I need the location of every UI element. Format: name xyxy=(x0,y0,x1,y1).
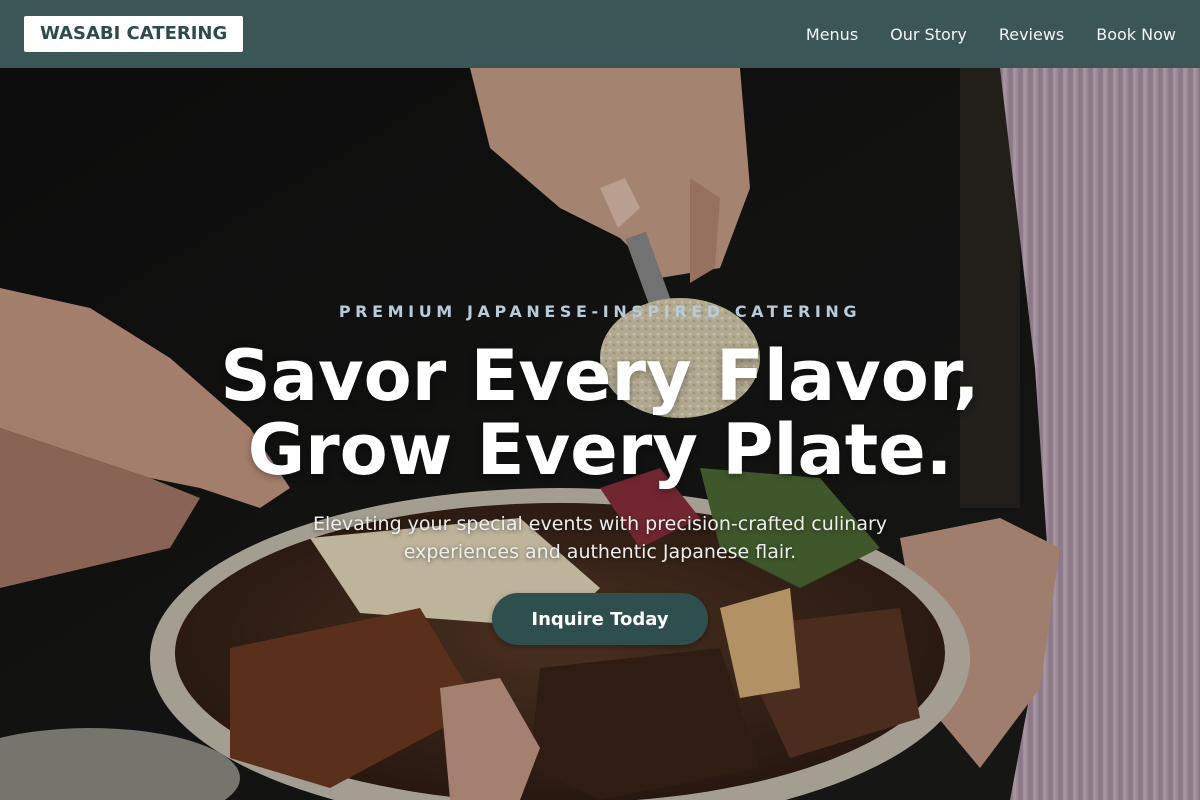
inquire-today-button[interactable]: Inquire Today xyxy=(492,593,708,645)
nav-link-book-now[interactable]: Book Now xyxy=(1096,25,1176,44)
nav-link-menus[interactable]: Menus xyxy=(806,25,858,44)
site-header: WASABI CATERING Menus Our Story Reviews … xyxy=(0,0,1200,68)
headline-line-2: Grow Every Plate. xyxy=(247,409,953,491)
nav-link-our-story[interactable]: Our Story xyxy=(890,25,967,44)
hero-section: PREMIUM JAPANESE-INSPIRED CATERING Savor… xyxy=(0,68,1200,800)
hero-eyebrow: PREMIUM JAPANESE-INSPIRED CATERING xyxy=(338,302,862,321)
subtitle-line-1: Elevating your special events with preci… xyxy=(312,513,888,535)
hero-subtitle: Elevating your special events with preci… xyxy=(290,510,910,566)
hero-content: PREMIUM JAPANESE-INSPIRED CATERING Savor… xyxy=(0,68,1200,800)
subtitle-line-2: experiences and authentic Japanese flair… xyxy=(403,541,797,563)
nav-link-reviews[interactable]: Reviews xyxy=(999,25,1064,44)
brand-logo[interactable]: WASABI CATERING xyxy=(24,16,244,52)
headline-line-1: Savor Every Flavor, xyxy=(220,335,980,417)
hero-headline: Savor Every Flavor, Grow Every Plate. xyxy=(0,339,1200,487)
main-nav: Menus Our Story Reviews Book Now xyxy=(774,25,1176,44)
